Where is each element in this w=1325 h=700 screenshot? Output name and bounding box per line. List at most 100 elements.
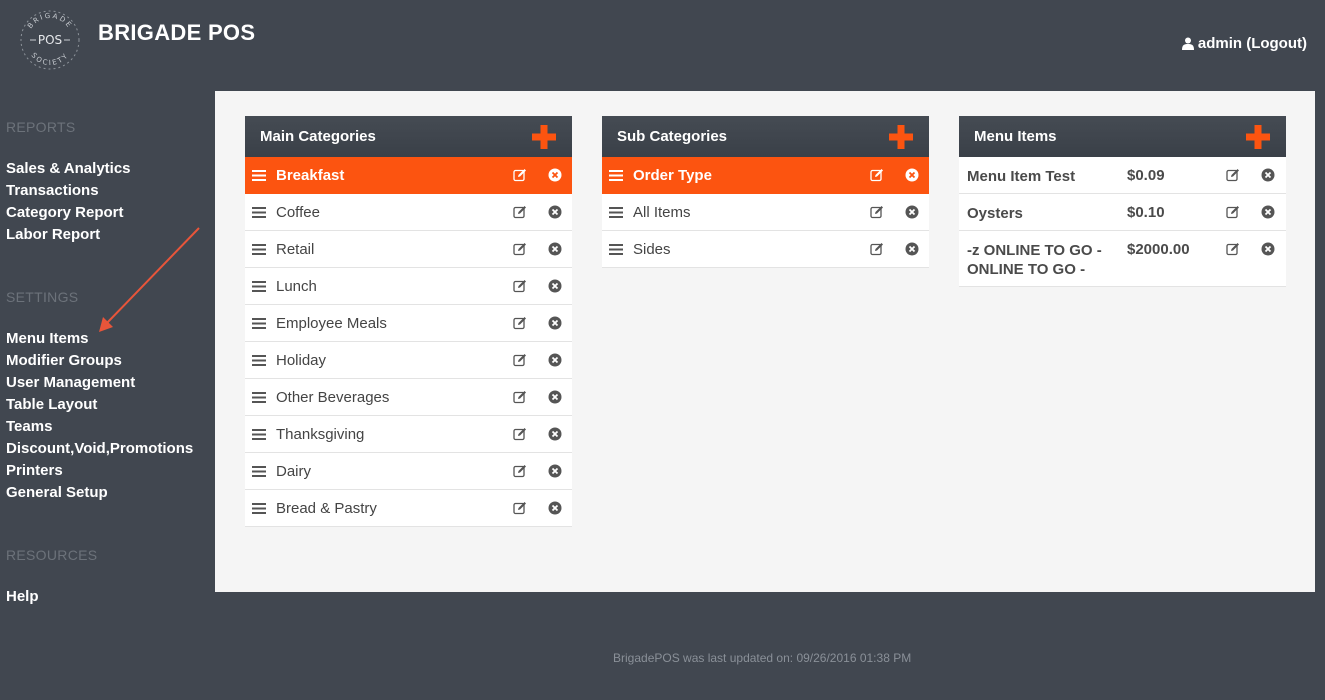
edit-icon[interactable] [1226, 168, 1240, 182]
reports-heading: REPORTS [6, 119, 76, 135]
menu-item-price: $2000.00 [1127, 241, 1190, 258]
logo-text-top: BRIGADE [26, 12, 72, 30]
footer-text: BrigadePOS was last updated on: 09/26/20… [613, 651, 912, 665]
edit-icon[interactable] [1226, 242, 1240, 256]
drag-handle-icon[interactable] [252, 206, 266, 218]
drag-handle-icon[interactable] [252, 428, 266, 440]
sidebar-item-general-setup[interactable]: General Setup [6, 484, 108, 501]
sub-category-label: Order Type [633, 166, 712, 184]
close-circle-icon[interactable] [905, 205, 919, 219]
sidebar-item-discount-void-promotions[interactable]: Discount,Void,Promotions [6, 440, 193, 457]
menu-item-name: -z ONLINE TO GO - ONLINE TO GO - [967, 242, 1102, 278]
drag-handle-icon[interactable] [609, 243, 623, 255]
edit-icon[interactable] [513, 464, 527, 478]
edit-icon[interactable] [513, 390, 527, 404]
brigade-logo: BRIGADE SOCIETY POS [20, 10, 80, 70]
close-circle-icon[interactable] [905, 242, 919, 256]
edit-icon[interactable] [513, 242, 527, 256]
drag-handle-icon[interactable] [252, 502, 266, 514]
menu-item-row[interactable]: Menu Item Test $0.09 [959, 157, 1286, 194]
drag-handle-icon[interactable] [252, 280, 266, 292]
edit-icon[interactable] [1226, 205, 1240, 219]
close-circle-icon[interactable] [905, 168, 919, 182]
drag-handle-icon[interactable] [252, 465, 266, 477]
main-category-label: Holiday [276, 351, 327, 369]
menu-item-price: $0.10 [1127, 204, 1165, 221]
main-categories-title: Main Categories [260, 128, 376, 145]
main-category-row[interactable]: Breakfast [245, 157, 572, 194]
sub-category-row[interactable]: All Items [602, 194, 929, 231]
logout-link[interactable]: admin (Logout) [1198, 35, 1307, 52]
close-circle-icon[interactable] [548, 390, 562, 404]
user-menu[interactable]: admin (Logout) [1181, 35, 1307, 52]
plus-icon[interactable] [889, 124, 913, 149]
edit-icon[interactable] [870, 242, 884, 256]
main-category-label: Retail [276, 240, 315, 258]
close-circle-icon[interactable] [548, 316, 562, 330]
resources-heading: RESOURCES [6, 547, 98, 563]
edit-icon[interactable] [513, 353, 527, 367]
edit-icon[interactable] [513, 427, 527, 441]
edit-icon[interactable] [513, 279, 527, 293]
sub-categories-header: Sub Categories [602, 116, 929, 157]
edit-icon[interactable] [513, 501, 527, 515]
drag-handle-icon[interactable] [609, 169, 623, 181]
menu-item-row[interactable]: Oysters $0.10 [959, 194, 1286, 231]
sub-category-row[interactable]: Order Type [602, 157, 929, 194]
main-category-row[interactable]: Holiday [245, 342, 572, 379]
edit-icon[interactable] [513, 205, 527, 219]
plus-icon[interactable] [532, 124, 556, 149]
sidebar-item-user-management[interactable]: User Management [6, 374, 135, 391]
close-circle-icon[interactable] [548, 464, 562, 478]
main-category-row[interactable]: Coffee [245, 194, 572, 231]
edit-icon[interactable] [870, 168, 884, 182]
sub-category-row[interactable]: Sides [602, 231, 929, 268]
sidebar-item-sales-analytics[interactable]: Sales & Analytics [6, 160, 131, 177]
sidebar-item-help[interactable]: Help [6, 588, 39, 605]
main-category-row[interactable]: Dairy [245, 453, 572, 490]
main-category-row[interactable]: Employee Meals [245, 305, 572, 342]
close-circle-icon[interactable] [1261, 168, 1275, 182]
main-categories-card: Main Categories Breakfast Coffee Retail Lun… [245, 116, 572, 527]
sub-category-label: Sides [633, 240, 671, 258]
plus-icon[interactable] [1246, 124, 1270, 149]
drag-handle-icon[interactable] [252, 354, 266, 366]
close-circle-icon[interactable] [548, 501, 562, 515]
close-circle-icon[interactable] [548, 205, 562, 219]
menu-item-row[interactable]: -z ONLINE TO GO - ONLINE TO GO - $2000.00 [959, 231, 1286, 287]
close-circle-icon[interactable] [548, 427, 562, 441]
sidebar-item-labor-report[interactable]: Labor Report [6, 226, 100, 243]
sidebar-item-printers[interactable]: Printers [6, 462, 63, 479]
drag-handle-icon[interactable] [252, 243, 266, 255]
sidebar-item-category-report[interactable]: Category Report [6, 204, 124, 221]
close-circle-icon[interactable] [1261, 205, 1275, 219]
main-panel: Main Categories Breakfast Coffee Retail Lun… [215, 91, 1315, 592]
sidebar-item-teams[interactable]: Teams [6, 418, 52, 435]
sub-categories-list: Order Type All Items Sides [602, 157, 929, 268]
drag-handle-icon[interactable] [609, 206, 623, 218]
drag-handle-icon[interactable] [252, 169, 266, 181]
main-category-row[interactable]: Bread & Pastry [245, 490, 572, 527]
close-circle-icon[interactable] [548, 168, 562, 182]
sidebar-item-modifier-groups[interactable]: Modifier Groups [6, 352, 122, 369]
edit-icon[interactable] [513, 316, 527, 330]
edit-icon[interactable] [870, 205, 884, 219]
annotation-arrow [99, 227, 200, 332]
edit-icon[interactable] [513, 168, 527, 182]
close-circle-icon[interactable] [548, 353, 562, 367]
main-category-row[interactable]: Thanksgiving [245, 416, 572, 453]
main-category-row[interactable]: Retail [245, 231, 572, 268]
drag-handle-icon[interactable] [252, 317, 266, 329]
close-circle-icon[interactable] [548, 242, 562, 256]
main-category-label: Employee Meals [276, 314, 387, 332]
sidebar-item-table-layout[interactable]: Table Layout [6, 396, 97, 413]
main-category-row[interactable]: Other Beverages [245, 379, 572, 416]
sidebar-item-transactions[interactable]: Transactions [6, 182, 99, 199]
close-circle-icon[interactable] [548, 279, 562, 293]
main-category-label: Breakfast [276, 166, 345, 184]
sub-categories-card: Sub Categories Order Type All Items Sides [602, 116, 929, 268]
sidebar-item-menu-items[interactable]: Menu Items [6, 330, 89, 347]
drag-handle-icon[interactable] [252, 391, 266, 403]
close-circle-icon[interactable] [1261, 242, 1275, 256]
main-category-row[interactable]: Lunch [245, 268, 572, 305]
